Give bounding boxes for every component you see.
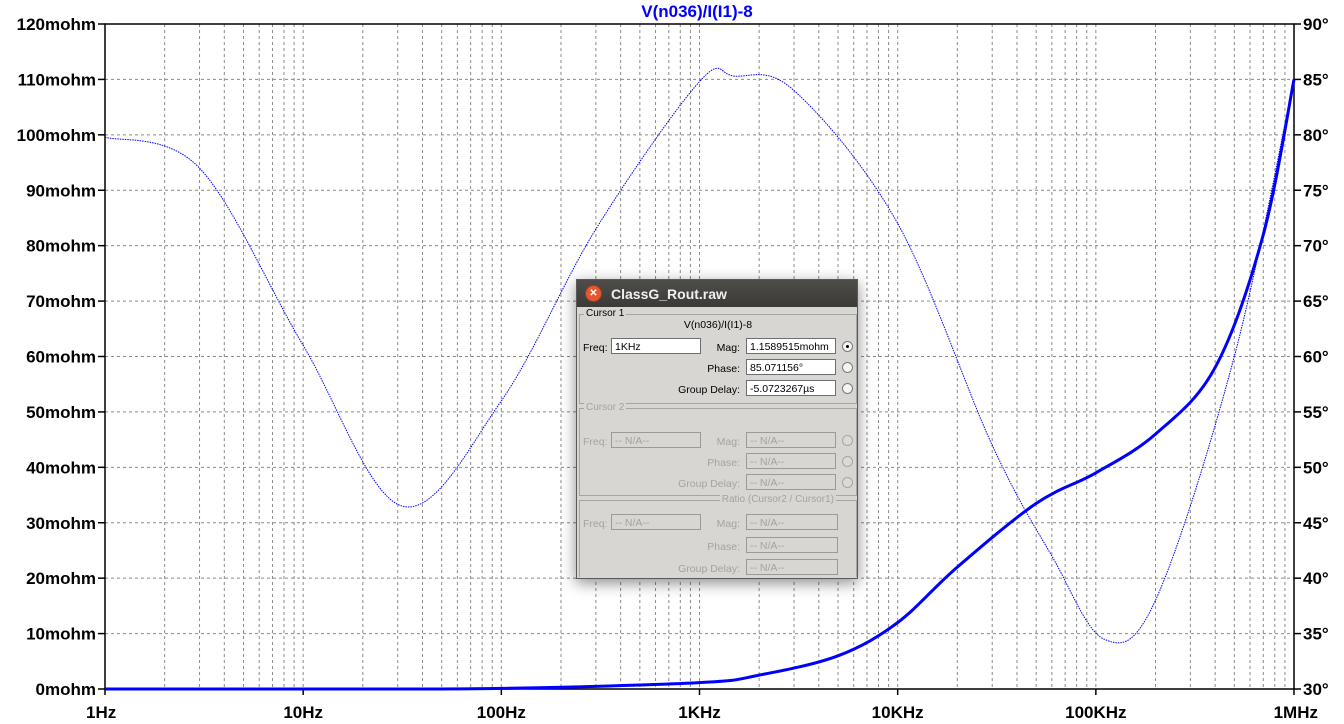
x-tick-label: 10Hz bbox=[283, 703, 323, 722]
y-left-tick-label: 120mohm bbox=[17, 15, 96, 34]
x-tick-label: 100KHz bbox=[1065, 703, 1126, 722]
cursor2-group-title: Cursor 2 bbox=[584, 402, 627, 413]
cursor2-mag-radio bbox=[842, 435, 853, 446]
y-left-tick-label: 40mohm bbox=[26, 458, 96, 477]
ratio-groupdelay-label: Group Delay: bbox=[678, 563, 740, 575]
dialog-titlebar[interactable]: ✕ ClassG_Rout.raw bbox=[577, 280, 857, 307]
y-left-tick-label: 60mohm bbox=[26, 348, 96, 367]
y-right-tick-label: 90° bbox=[1303, 15, 1329, 34]
close-icon[interactable]: ✕ bbox=[585, 285, 602, 302]
y-left-tick-label: 10mohm bbox=[26, 625, 96, 644]
cursor2-freq-label: Freq: bbox=[583, 436, 608, 448]
cursor2-phase-label: Phase: bbox=[707, 457, 740, 469]
cursor2-groupdelay-label: Group Delay: bbox=[678, 478, 740, 490]
y-right-tick-label: 75° bbox=[1303, 181, 1329, 200]
cursor1-mag-field[interactable]: 1.1589515mohm bbox=[746, 338, 836, 354]
cursor1-groupdelay-label: Group Delay: bbox=[678, 384, 740, 396]
y-left-tick-label: 50mohm bbox=[26, 403, 96, 422]
ratio-freq-label: Freq: bbox=[583, 518, 608, 530]
y-right-tick-label: 80° bbox=[1303, 126, 1329, 145]
cursor2-mag-label: Mag: bbox=[716, 436, 740, 448]
y-right-tick-label: 55° bbox=[1303, 403, 1329, 422]
cursor2-freq-field: -- N/A-- bbox=[611, 432, 701, 448]
cursor2-groupdelay-radio bbox=[842, 477, 853, 488]
ratio-freq-field: -- N/A-- bbox=[611, 514, 701, 530]
x-tick-label: 10KHz bbox=[872, 703, 924, 722]
cursor1-mag-label: Mag: bbox=[716, 342, 740, 354]
y-left-tick-label: 90mohm bbox=[26, 181, 96, 200]
ratio-group-title: Ratio (Cursor2 / Cursor1) bbox=[719, 494, 836, 505]
y-right-tick-label: 35° bbox=[1303, 625, 1329, 644]
cursor-dialog[interactable]: ✕ ClassG_Rout.raw Cursor 1 V(n036)/I(I1)… bbox=[576, 279, 858, 579]
x-tick-label: 1Hz bbox=[86, 703, 116, 722]
y-left-tick-label: 110mohm bbox=[18, 70, 96, 89]
ratio-phase-field: -- N/A-- bbox=[746, 537, 838, 553]
x-tick-label: 100Hz bbox=[477, 703, 526, 722]
cursor1-group-title: Cursor 1 bbox=[584, 308, 627, 319]
y-right-tick-label: 30° bbox=[1303, 680, 1329, 699]
cursor1-phase-label: Phase: bbox=[707, 363, 740, 375]
y-right-tick-label: 60° bbox=[1303, 348, 1329, 367]
cursor2-groupdelay-field: -- N/A-- bbox=[746, 474, 836, 490]
y-right-tick-label: 50° bbox=[1303, 458, 1329, 477]
cursor2-phase-field: -- N/A-- bbox=[746, 453, 836, 469]
cursor2-mag-field: -- N/A-- bbox=[746, 432, 836, 448]
ratio-phase-label: Phase: bbox=[707, 541, 740, 553]
ratio-group: Ratio (Cursor2 / Cursor1) Freq: -- N/A--… bbox=[579, 494, 857, 577]
y-left-tick-label: 80mohm bbox=[26, 237, 96, 256]
ratio-mag-field: -- N/A-- bbox=[746, 514, 838, 530]
y-right-tick-label: 45° bbox=[1303, 514, 1329, 533]
y-right-tick-label: 40° bbox=[1303, 569, 1329, 588]
cursor1-groupdelay-field[interactable]: -5.0723267µs bbox=[746, 380, 836, 396]
cursor1-groupdelay-radio[interactable] bbox=[842, 383, 853, 394]
dialog-title: ClassG_Rout.raw bbox=[611, 285, 727, 302]
cursor2-phase-radio bbox=[842, 456, 853, 467]
trace-title[interactable]: V(n036)/I(I1)-8 bbox=[641, 2, 752, 21]
cursor1-freq-field[interactable]: 1KHz bbox=[611, 338, 701, 354]
cursor1-trace-name: V(n036)/I(I1)-8 bbox=[683, 319, 753, 331]
ratio-groupdelay-field: -- N/A-- bbox=[746, 559, 838, 575]
cursor1-phase-field[interactable]: 85.071156° bbox=[746, 359, 836, 375]
cursor1-mag-radio[interactable] bbox=[842, 341, 853, 352]
cursor1-phase-radio[interactable] bbox=[842, 362, 853, 373]
cursor1-freq-label: Freq: bbox=[583, 342, 608, 354]
y-left-tick-label: 30mohm bbox=[26, 514, 96, 533]
y-right-tick-label: 70° bbox=[1303, 237, 1329, 256]
ratio-mag-label: Mag: bbox=[716, 518, 740, 530]
y-right-tick-label: 85° bbox=[1303, 70, 1329, 89]
y-right-tick-label: 65° bbox=[1303, 292, 1329, 311]
x-tick-label: 1KHz bbox=[678, 703, 721, 722]
y-left-tick-label: 70mohm bbox=[26, 292, 96, 311]
cursor1-group: Cursor 1 V(n036)/I(I1)-8 Freq: 1KHz Mag:… bbox=[579, 308, 857, 404]
y-left-tick-label: 20mohm bbox=[26, 569, 96, 588]
y-left-tick-label: 100mohm bbox=[17, 126, 96, 145]
y-left-tick-label: 0mohm bbox=[36, 680, 96, 699]
cursor2-group: Cursor 2 Freq: -- N/A-- Mag: -- N/A-- Ph… bbox=[579, 402, 857, 496]
x-tick-label: 1MHz bbox=[1274, 703, 1318, 722]
